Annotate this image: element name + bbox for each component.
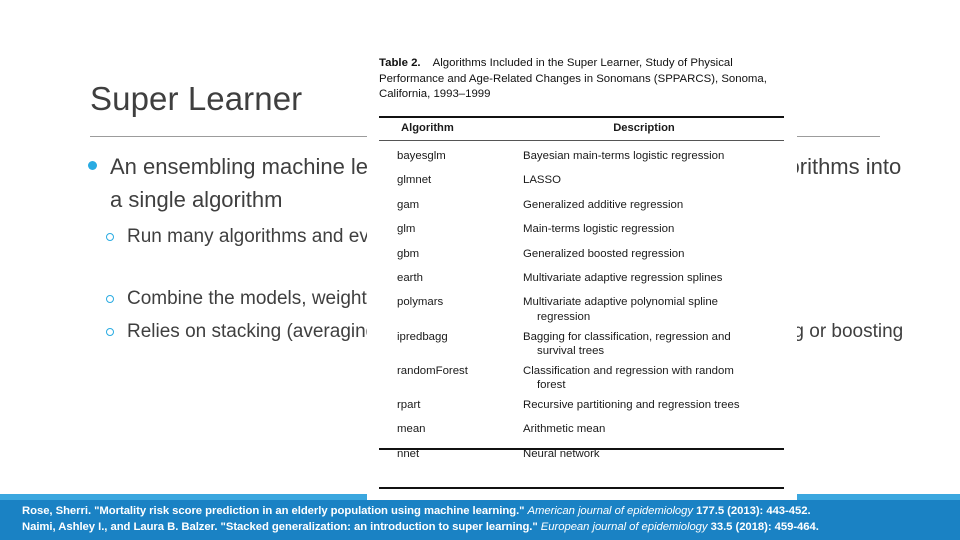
- citation-2-pre: Naimi, Ashley I., and Laura B. Balzer. "…: [22, 521, 541, 534]
- citation-line-1: Rose, Sherri. "Mortality risk score pred…: [22, 503, 948, 519]
- table-caption-text: Algorithms Included in the Super Learner…: [379, 57, 767, 101]
- cell-description: Multivariate adaptive regression splines: [523, 271, 723, 284]
- cell-description: LASSO: [523, 174, 561, 187]
- table-caption: Table 2. Algorithms Included in the Supe…: [379, 56, 783, 103]
- table-row: glmnet LASSO: [379, 168, 784, 192]
- cell-algorithm: glm: [397, 223, 416, 236]
- table-row: randomForest Classification and regressi…: [379, 359, 784, 393]
- table-caption-label: Table 2.: [379, 57, 421, 69]
- cell-description-line1: Classification and regression with rando…: [523, 364, 734, 377]
- citation-2-journal: European journal of epidemiology: [540, 521, 708, 534]
- bullet-dot-icon: [88, 161, 97, 170]
- cell-description: Arithmetic mean: [523, 423, 606, 436]
- cell-description: Neural network: [523, 447, 600, 460]
- footer-highlight-left: [0, 494, 367, 500]
- cell-algorithm: glmnet: [397, 174, 432, 187]
- cell-algorithm: mean: [397, 423, 426, 436]
- table-top-rule: [379, 116, 784, 119]
- cell-description: Generalized additive regression: [523, 198, 684, 211]
- cell-description: Recursive partitioning and regression tr…: [523, 398, 740, 411]
- table-row: glm Main-terms logistic regression: [379, 217, 784, 241]
- table-figure-image: Table 2. Algorithms Included in the Supe…: [367, 44, 797, 498]
- cell-description: Main-terms logistic regression: [523, 223, 675, 236]
- citation-list: Rose, Sherri. "Mortality risk score pred…: [22, 503, 948, 535]
- cell-description-line2: survival trees: [537, 345, 605, 358]
- citation-1-pre: Rose, Sherri. "Mortality risk score pred…: [22, 505, 528, 517]
- table-header-rule: [379, 140, 784, 141]
- cell-description: Bayesian main-terms logistic regression: [523, 150, 725, 162]
- cell-algorithm: polymars: [397, 296, 444, 309]
- cell-description-line1: Multivariate adaptive polynomial spline: [523, 296, 719, 309]
- column-header-algorithm: Algorithm: [401, 122, 454, 134]
- table-row: mean Arithmetic mean: [379, 417, 784, 441]
- citation-1-post: 177.5 (2013): 443-452.: [692, 505, 811, 517]
- table-row: rpart Recursive partitioning and regress…: [379, 393, 784, 417]
- table-body: bayesglm Bayesian main-terms logistic re…: [379, 144, 784, 466]
- table-row: gam Generalized additive regression: [379, 193, 784, 217]
- cell-algorithm: rpart: [397, 398, 421, 411]
- cell-algorithm: randomForest: [397, 364, 468, 377]
- table-note-rule: [379, 487, 784, 489]
- cell-algorithm: gam: [397, 198, 420, 211]
- cell-algorithm: gbm: [397, 247, 420, 260]
- table-row: earth Multivariate adaptive regression s…: [379, 266, 784, 290]
- bullet-circle-icon: [106, 328, 114, 336]
- cell-algorithm: ipredbagg: [397, 330, 448, 343]
- bullet-circle-icon: [106, 295, 114, 303]
- footer-highlight-right: [797, 494, 960, 500]
- cell-description: Generalized boosted regression: [523, 247, 685, 260]
- table-header-row: Algorithm Description: [379, 120, 784, 140]
- citation-line-2: Naimi, Ashley I., and Laura B. Balzer. "…: [22, 519, 948, 535]
- cell-algorithm: bayesglm: [397, 150, 446, 162]
- table-row: ipredbagg Bagging for classification, re…: [379, 325, 784, 359]
- cell-description-line2: forest: [537, 379, 566, 392]
- cell-description-line2: regression: [537, 310, 591, 323]
- cell-description: Multivariate adaptive polynomial spline …: [523, 290, 775, 324]
- citation-1-journal: American journal of epidemiology: [527, 505, 693, 517]
- cell-description: Bagging for classification, regression a…: [523, 325, 775, 359]
- cell-algorithm: earth: [397, 271, 423, 284]
- cell-description: Classification and regression with rando…: [523, 359, 775, 393]
- table-row: nnet Neural network: [379, 442, 784, 466]
- table-row: gbm Generalized boosted regression: [379, 242, 784, 266]
- cell-description-line1: Bagging for classification, regression a…: [523, 330, 731, 343]
- page-title: Super Learner: [90, 80, 303, 117]
- bullet-circle-icon: [106, 233, 114, 241]
- footer-notch-under-figure: [367, 494, 797, 500]
- citation-2-post: 33.5 (2018): 459-464.: [707, 521, 819, 534]
- column-header-description: Description: [613, 122, 675, 134]
- table-bottom-rule: [379, 448, 784, 451]
- table-row: bayesglm Bayesian main-terms logistic re…: [379, 144, 784, 168]
- table-row: polymars Multivariate adaptive polynomia…: [379, 290, 784, 324]
